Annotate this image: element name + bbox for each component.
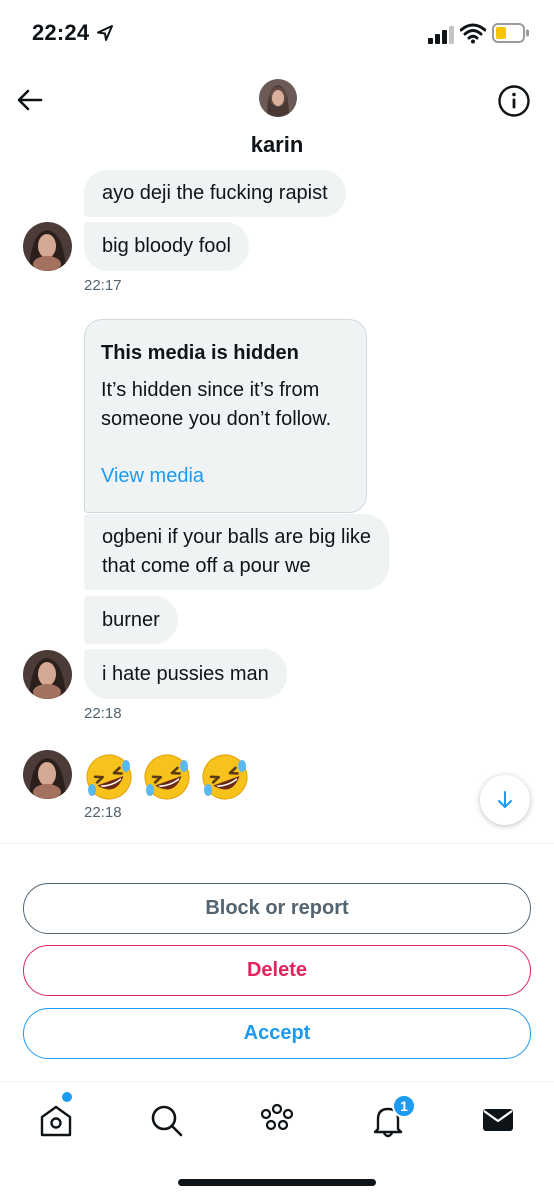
conversation-name: karin xyxy=(250,132,304,157)
rolling-laughing-emoji-icon xyxy=(86,754,132,800)
avatar[interactable] xyxy=(259,79,297,117)
notifications-badge: 1 xyxy=(392,1094,416,1118)
message-timestamp: 22:17 xyxy=(84,277,122,294)
message-timestamp: 22:18 xyxy=(84,705,122,722)
arrow-down-icon xyxy=(498,791,512,808)
hidden-media-card: This media is hidden It’s hidden since i… xyxy=(84,319,367,513)
media-hidden-text: It’s hidden since it’s from someone you … xyxy=(101,379,332,430)
delete-button[interactable]: Delete xyxy=(23,945,531,996)
cellular-signal-icon xyxy=(428,26,454,44)
media-hidden-title: This media is hidden xyxy=(101,342,299,364)
message-bubble[interactable]: big bloody fool xyxy=(84,222,249,271)
info-icon[interactable] xyxy=(497,84,531,118)
block-or-report-button[interactable]: Block or report xyxy=(23,883,531,934)
spaces-icon[interactable] xyxy=(257,1100,297,1140)
accept-button[interactable]: Accept xyxy=(23,1008,531,1059)
message-line: that come off a pour we xyxy=(102,555,311,577)
message-bubble[interactable]: ogbeni if your balls are big like that c… xyxy=(84,514,390,590)
messages-envelope-icon[interactable] xyxy=(478,1100,518,1140)
rolling-laughing-emoji-icon xyxy=(202,754,248,800)
message-timestamp: 22:18 xyxy=(84,804,122,821)
avatar[interactable] xyxy=(23,750,72,799)
message-bubble[interactable]: burner xyxy=(84,596,178,644)
scroll-to-bottom-button[interactable] xyxy=(480,775,530,825)
message-line: ogbeni if your balls are big like xyxy=(102,526,372,548)
home-indicator xyxy=(178,1179,376,1186)
wifi-icon xyxy=(460,23,486,44)
conversation-header: karin xyxy=(0,70,554,170)
divider xyxy=(0,843,554,844)
message-bubble[interactable]: ayo deji the fucking rapist xyxy=(84,170,346,217)
view-media-link[interactable]: View media xyxy=(101,465,204,488)
message-bubble[interactable]: i hate pussies man xyxy=(84,649,287,699)
home-icon[interactable] xyxy=(36,1100,76,1140)
avatar[interactable] xyxy=(23,222,72,271)
search-icon[interactable] xyxy=(146,1100,186,1140)
status-bar: 22:24 xyxy=(0,0,554,70)
back-arrow-icon[interactable] xyxy=(16,86,44,114)
home-notification-dot xyxy=(62,1092,72,1102)
rolling-laughing-emoji-icon xyxy=(144,754,190,800)
status-time: 22:24 xyxy=(32,20,90,45)
battery-low-icon xyxy=(492,23,529,43)
avatar[interactable] xyxy=(23,650,72,699)
message-list: ayo deji the fucking rapist big bloody f… xyxy=(0,170,554,842)
location-arrow-icon xyxy=(97,25,113,41)
